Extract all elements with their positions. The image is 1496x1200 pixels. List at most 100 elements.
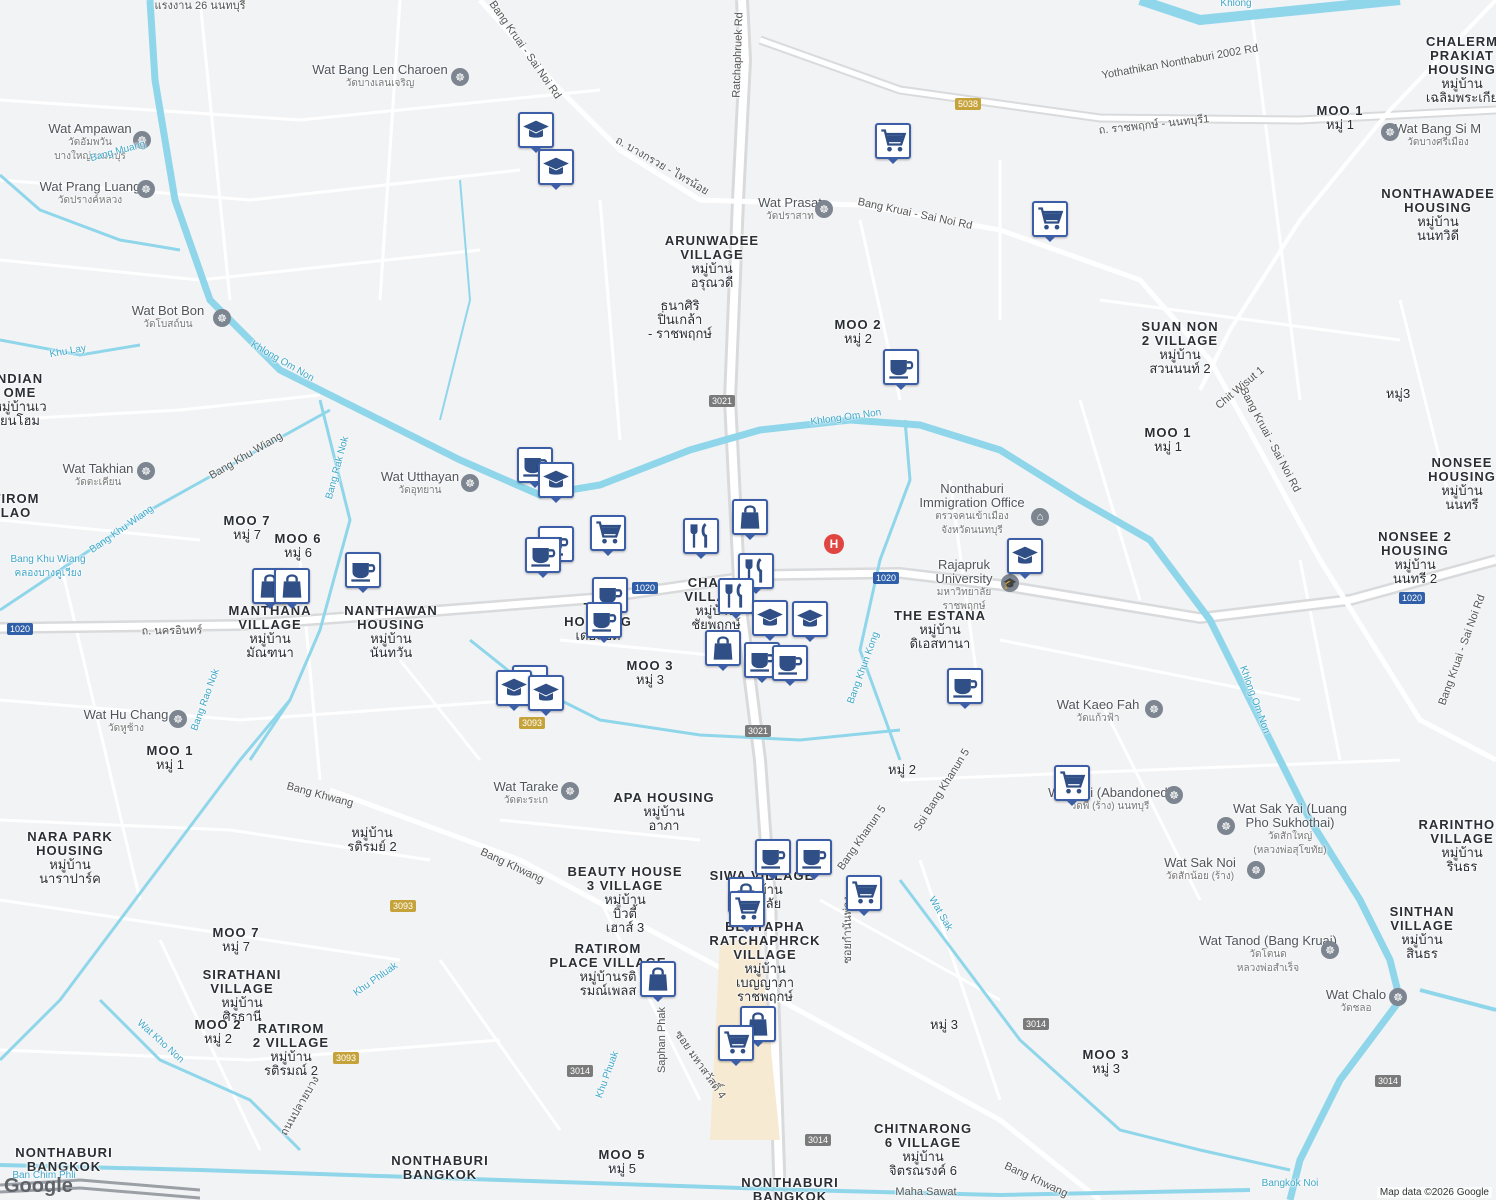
school-icon [756,604,784,632]
map-marker-bag[interactable] [274,568,310,609]
map-marker-school[interactable] [496,670,532,711]
temple-label-hu_chang: Wat Hu Chang วัดหูช้าง [84,708,169,736]
map-attribution[interactable]: Map data ©2026 Google [1376,1187,1492,1198]
poi-label-immigration: Nonthaburi Immigration Office ตรวจคนเข้าเ… [919,482,1024,538]
government-icon[interactable]: ⌂ [1031,508,1049,526]
map-marker-school[interactable] [792,601,828,642]
temple-name-en: Wat Takhian [62,461,134,476]
map-marker-restaurant[interactable] [718,578,754,619]
map-marker-cafe[interactable] [796,839,832,880]
area-name-en: SINTHAN VILLAGE [1389,904,1455,933]
temple-label-sak_yai: Wat Sak Yai (Luang Pho Sukhothai) วัดสักใ… [1233,802,1347,858]
map-marker-shop-cart[interactable] [846,875,882,916]
area-label-nonthaburi_bkk_mid: NONTHABURI BANGKOK [391,1154,488,1182]
map-marker-cafe[interactable] [755,839,791,880]
temple-icon[interactable]: ☸ [561,782,579,800]
school-icon [522,116,550,144]
temple-name-th: วัดบางเลนเจริญ [345,78,415,89]
area-label-moo3_mid: MOO 3 หมู่ 3 [627,659,674,687]
area-name-th: หมู่บ้าน จิตรณรงค์ 6 [889,1149,957,1178]
temple-name-th: วัดอุทยาน [398,485,442,496]
temple-icon[interactable]: ☸ [213,309,231,327]
temple-icon[interactable]: ☸ [461,474,479,492]
temple-name-en: Wat Kaeo Fah [1056,697,1140,712]
map-marker-shop-cart[interactable] [729,891,765,932]
map-marker-shop-cart[interactable] [1032,201,1068,242]
area-name-th: หมู่ 7 [233,527,261,542]
area-label-arunwadee: ARUNWADEE VILLAGE หมู่บ้าน อรุณวดี [665,234,759,290]
map-marker-school[interactable] [752,600,788,641]
route-shield: 3093 [332,1052,360,1064]
area-name-en: MOO 2 [194,1017,242,1032]
temple-icon[interactable]: ☸ [169,710,187,728]
hospital-icon[interactable]: H [824,534,844,554]
shopping-cart-icon [1058,769,1086,797]
map-marker-cafe[interactable] [525,537,561,578]
map-marker-restaurant[interactable] [683,518,719,559]
temple-icon[interactable]: ☸ [1381,123,1399,141]
university-icon[interactable]: 🎓 [1001,574,1019,592]
map-marker-shop-cart[interactable] [718,1025,754,1066]
temple-name-en: Wat Sak Yai (Luang Pho Sukhothai) [1233,801,1347,830]
area-name-en: CHITNARONG 6 VILLAGE [873,1121,973,1150]
google-logo[interactable]: Google [4,1175,73,1198]
map-marker-cafe[interactable] [947,668,983,709]
area-label-moo3_right: หมู่3 [1386,387,1410,401]
temple-icon[interactable]: ☸ [1247,861,1265,879]
temple-icon[interactable]: ☸ [1217,817,1235,835]
road-name: Maha Sawat [895,1186,957,1198]
poi-name-en: Rajapruk University [935,557,993,586]
cafe-icon [349,556,377,584]
area-name-en: MOO 3 [626,658,674,673]
map-marker-school[interactable] [518,112,554,153]
area-name-en: RATIROM 2 VILLAGE [252,1021,330,1050]
temple-label-chalo: Wat Chalo วัดชลอ [1326,988,1386,1016]
area-name-th: หมู่บ้าน บิวตี้ เฮาส์ 3 [604,892,646,935]
map-marker-school[interactable] [528,675,564,716]
area-name-en: APA HOUSING [613,790,715,805]
temple-icon[interactable]: ☸ [137,180,155,198]
temple-name-th: วัดชลอ [1340,1003,1372,1014]
map-marker-shop-cart[interactable] [590,515,626,556]
area-label-nara_park: NARA PARK HOUSING หมู่บ้าน นาราปาร์ค [27,830,113,886]
area-label-moo1_right: MOO 1 หมู่ 1 [1145,426,1192,454]
route-shield: 1020 [1398,592,1426,604]
map-marker-school[interactable] [538,462,574,503]
temple-name-en: Wat Bang Len Charoen [312,62,448,77]
map-canvas[interactable]: ARUNWADEE VILLAGE หมู่บ้าน อรุณวดี ธนาศิริ… [0,0,1496,1200]
route-shield: 3021 [744,725,772,737]
area-label-moo2_top: MOO 2 หมู่ 2 [835,318,882,346]
temple-icon[interactable]: ☸ [815,200,833,218]
temple-icon[interactable]: ☸ [1145,700,1163,718]
school-icon [532,679,560,707]
map-marker-cafe[interactable] [772,645,808,686]
shopping-bag-icon [709,634,737,662]
area-name-th: หมู่บ้าน รินธร [1441,845,1483,874]
map-marker-cafe[interactable] [345,552,381,593]
temple-icon[interactable]: ☸ [451,68,469,86]
area-label-manthana: MANTHANA VILLAGE หมู่บ้าน มัณฑนา [228,604,311,660]
area-name-en: CHALERM PRAKIAT HOUSING [1426,34,1496,77]
school-icon [796,605,824,633]
map-marker-shop-cart[interactable] [1054,765,1090,806]
map-marker-school[interactable] [1007,538,1043,579]
map-marker-bag[interactable] [705,630,741,671]
area-label-moo7_left: MOO 7 หมู่ 7 [213,926,260,954]
cafe-icon [887,353,915,381]
map-marker-bag[interactable] [640,961,676,1002]
area-name-en: MOO 1 [1144,425,1192,440]
map-marker-shop-cart[interactable] [875,123,911,164]
temple-icon[interactable]: ☸ [1389,988,1407,1006]
cafe-icon [951,672,979,700]
map-marker-bag[interactable] [732,499,768,540]
map-marker-cafe[interactable] [586,602,622,643]
temple-icon[interactable]: ☸ [1165,786,1183,804]
area-label-nonthawadee: NONTHAWADEE HOUSING หมู่บ้าน นนทวิดี [1381,187,1495,243]
map-marker-cafe[interactable] [883,349,919,390]
temple-icon[interactable]: ☸ [137,462,155,480]
map-marker-school[interactable] [538,149,574,190]
area-name-th: หมู่บ้าน รติรมย์ 2 [347,825,397,854]
area-name-en: TIROM LAO [0,491,40,520]
temple-icon[interactable]: ☸ [1321,941,1339,959]
area-name-en: MOO 2 [834,317,882,332]
